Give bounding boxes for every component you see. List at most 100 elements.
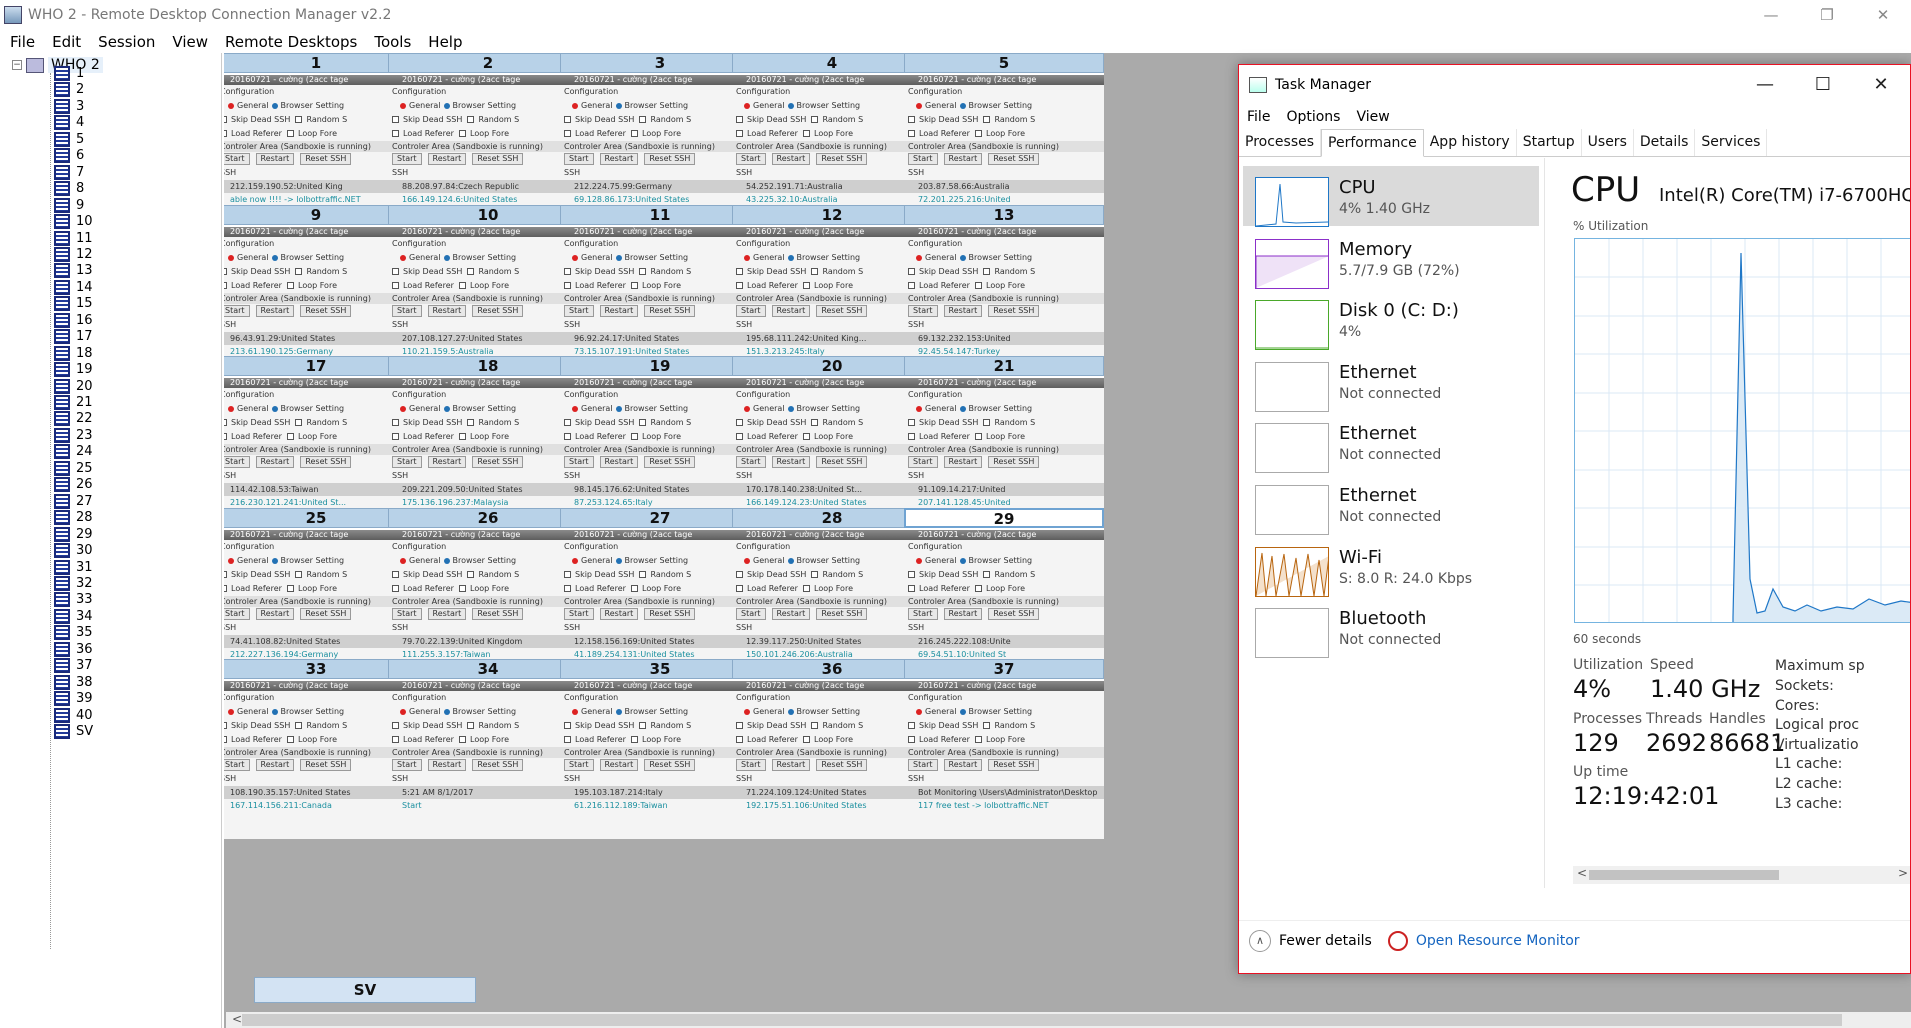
session-header[interactable]: 37: [904, 659, 1104, 679]
tree-item-2[interactable]: 2: [54, 81, 84, 98]
session-header[interactable]: 27: [560, 508, 760, 528]
tree-item-35[interactable]: 35: [54, 624, 93, 641]
session-thumbnail[interactable]: 20160721 - cường (2acc tage Configuration…: [732, 681, 932, 839]
tree-item-29[interactable]: 29: [54, 526, 93, 543]
tree-item-13[interactable]: 13: [54, 262, 93, 279]
tm-minimize-button[interactable]: —: [1736, 65, 1794, 105]
session-header[interactable]: 34: [388, 659, 588, 679]
session-sv-header[interactable]: SV: [254, 977, 476, 1003]
session-header[interactable]: 26: [388, 508, 588, 528]
session-header[interactable]: 3: [560, 53, 760, 73]
tree-item-24[interactable]: 24: [54, 443, 93, 460]
tree-item-4[interactable]: 4: [54, 114, 84, 131]
tree-item-28[interactable]: 28: [54, 509, 93, 526]
tree-item-sv[interactable]: SV: [54, 723, 93, 740]
horizontal-scrollbar[interactable]: <: [226, 1012, 1911, 1028]
tree-item-34[interactable]: 34: [54, 608, 93, 625]
tree-item-20[interactable]: 20: [54, 378, 93, 395]
menu-file[interactable]: File: [10, 33, 35, 51]
session-header[interactable]: 11: [560, 205, 760, 225]
tree-item-25[interactable]: 25: [54, 460, 93, 477]
tree-item-14[interactable]: 14: [54, 279, 93, 296]
tm-menu-view[interactable]: View: [1356, 109, 1389, 125]
tree-item-31[interactable]: 31: [54, 559, 93, 576]
close-button[interactable]: ✕: [1855, 0, 1911, 30]
perf-item-memory[interactable]: Memory 5.7/7.9 GB (72%): [1243, 228, 1539, 289]
tree-item-18[interactable]: 18: [54, 345, 93, 362]
session-header[interactable]: 13: [904, 205, 1104, 225]
tree-item-19[interactable]: 19: [54, 361, 93, 378]
tab-users[interactable]: Users: [1582, 129, 1634, 156]
tab-startup[interactable]: Startup: [1517, 129, 1582, 156]
tab-app-history[interactable]: App history: [1424, 129, 1517, 156]
tree-item-22[interactable]: 22: [54, 410, 93, 427]
scroll-left-icon[interactable]: <: [1577, 866, 1587, 880]
tree-item-1[interactable]: 1: [54, 65, 84, 82]
tab-performance[interactable]: Performance: [1321, 129, 1424, 157]
tm-menu-options[interactable]: Options: [1286, 109, 1340, 125]
session-header[interactable]: 35: [560, 659, 760, 679]
tree-item-23[interactable]: 23: [54, 427, 93, 444]
scroll-left-icon[interactable]: <: [232, 1012, 242, 1026]
tree-item-12[interactable]: 12: [54, 246, 93, 263]
minimize-button[interactable]: —: [1743, 0, 1799, 30]
perf-item-ethernet[interactable]: Ethernet Not connected: [1243, 351, 1539, 412]
tree-item-11[interactable]: 11: [54, 230, 93, 247]
tm-menu-file[interactable]: File: [1247, 109, 1270, 125]
session-header[interactable]: 12: [732, 205, 932, 225]
perf-item-ethernet[interactable]: Ethernet Not connected: [1243, 474, 1539, 535]
menu-remote-desktops[interactable]: Remote Desktops: [225, 33, 357, 51]
session-card-35[interactable]: 35 20160721 - cường (2acc tage Configurati…: [560, 659, 760, 839]
perf-item-wi-fi[interactable]: Wi-Fi S: 8.0 R: 24.0 Kbps: [1243, 536, 1539, 597]
tree-item-36[interactable]: 36: [54, 641, 93, 658]
tree-item-8[interactable]: 8: [54, 180, 84, 197]
tree-item-39[interactable]: 39: [54, 690, 93, 707]
session-card-34[interactable]: 34 20160721 - cường (2acc tage Configurati…: [388, 659, 588, 839]
tm-close-button[interactable]: ✕: [1852, 65, 1910, 105]
session-header[interactable]: 4: [732, 53, 932, 73]
session-card-37[interactable]: 37 20160721 - cường (2acc tage Configurati…: [904, 659, 1104, 839]
collapse-icon[interactable]: −: [12, 60, 22, 70]
session-header[interactable]: 28: [732, 508, 932, 528]
session-header[interactable]: 29: [904, 508, 1104, 528]
tab-details[interactable]: Details: [1634, 129, 1696, 156]
perf-item-disk-0-c-d[interactable]: Disk 0 (C: D:) 4%: [1243, 289, 1539, 351]
scroll-right-icon[interactable]: >: [1898, 866, 1908, 880]
tree-item-21[interactable]: 21: [54, 394, 93, 411]
tree-item-6[interactable]: 6: [54, 147, 84, 164]
menu-help[interactable]: Help: [428, 33, 462, 51]
detail-horizontal-scrollbar[interactable]: < >: [1573, 866, 1910, 884]
session-thumbnail[interactable]: 20160721 - cường (2acc tage Configuration…: [388, 681, 588, 839]
session-header[interactable]: 5: [904, 53, 1104, 73]
tree-item-3[interactable]: 3: [54, 98, 84, 115]
menu-edit[interactable]: Edit: [52, 33, 81, 51]
tree-item-32[interactable]: 32: [54, 575, 93, 592]
tree-item-26[interactable]: 26: [54, 476, 93, 493]
tree-item-16[interactable]: 16: [54, 312, 93, 329]
tree-item-9[interactable]: 9: [54, 197, 84, 214]
session-header[interactable]: 2: [388, 53, 588, 73]
session-header[interactable]: 19: [560, 356, 760, 376]
tree-item-37[interactable]: 37: [54, 657, 93, 674]
menu-session[interactable]: Session: [98, 33, 155, 51]
tm-maximize-button[interactable]: ☐: [1794, 65, 1852, 105]
scroll-thumb[interactable]: [242, 1014, 1842, 1026]
scroll-thumb[interactable]: [1589, 870, 1779, 880]
tree-item-10[interactable]: 10: [54, 213, 93, 230]
session-header[interactable]: 20: [732, 356, 932, 376]
open-resource-monitor-link[interactable]: Open Resource Monitor: [1416, 933, 1580, 949]
menu-view[interactable]: View: [172, 33, 208, 51]
tree-item-40[interactable]: 40: [54, 707, 93, 724]
session-thumbnail[interactable]: 20160721 - cường (2acc tage Configuration…: [560, 681, 760, 839]
tab-services[interactable]: Services: [1695, 129, 1768, 156]
tree-item-27[interactable]: 27: [54, 493, 93, 510]
session-thumbnail[interactable]: 20160721 - cường (2acc tage Configuration…: [904, 681, 1104, 839]
tab-processes[interactable]: Processes: [1239, 129, 1322, 156]
perf-item-bluetooth[interactable]: Bluetooth Not connected: [1243, 597, 1539, 659]
fewer-details-link[interactable]: Fewer details: [1279, 933, 1372, 949]
tree-item-5[interactable]: 5: [54, 131, 84, 148]
session-header[interactable]: 36: [732, 659, 932, 679]
tree-item-38[interactable]: 38: [54, 674, 93, 691]
tree-item-30[interactable]: 30: [54, 542, 93, 559]
tree-item-17[interactable]: 17: [54, 328, 93, 345]
